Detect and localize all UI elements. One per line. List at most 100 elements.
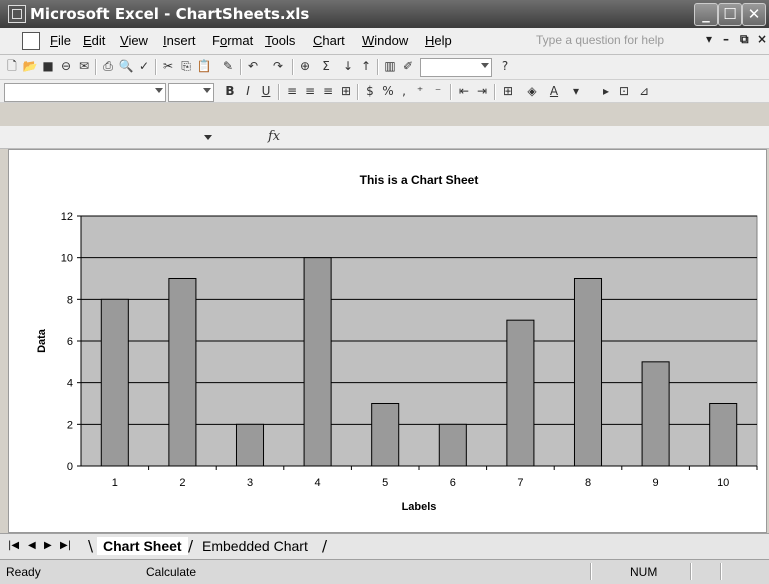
menu-edit[interactable]: Edit (83, 33, 105, 48)
save-icon[interactable]: ■ (40, 59, 56, 74)
y-axis-label: Data (36, 328, 48, 353)
new-icon[interactable]: 🗋 (4, 59, 20, 74)
excel-app-icon[interactable] (8, 5, 26, 23)
chart-type-icon[interactable]: ⊡ (616, 84, 632, 99)
align-center-icon[interactable]: ≡ (302, 84, 318, 99)
formula-bar: fx (0, 126, 769, 149)
menu-bar: File Edit View Insert Format Tools Chart… (0, 28, 769, 55)
doc-minimize-button[interactable]: – (723, 32, 729, 46)
menu-window[interactable]: Window (362, 33, 408, 48)
print-preview-icon[interactable]: 🔍 (118, 59, 134, 74)
help-dropdown-icon[interactable]: ▾ (706, 32, 712, 46)
status-bar: Ready Calculate NUM (0, 559, 769, 584)
format-painter-icon[interactable]: ✎ (220, 59, 236, 74)
permission-icon[interactable]: ⊖ (58, 59, 74, 74)
chart-wizard-icon[interactable]: ▥ (382, 59, 398, 74)
font-size-select[interactable] (168, 83, 214, 102)
menu-tools[interactable]: Tools (265, 33, 295, 48)
x-tick-label: 1 (112, 477, 118, 489)
paste-icon[interactable]: 📋 (196, 59, 212, 74)
print-icon[interactable]: ⎙ (100, 59, 116, 74)
italic-icon[interactable]: I (240, 84, 256, 99)
borders-icon[interactable]: ⊞ (500, 84, 516, 99)
x-tick-label: 2 (179, 477, 185, 489)
menu-file[interactable]: File (50, 33, 71, 48)
email-icon[interactable]: ✉ (76, 59, 92, 74)
font-select[interactable] (4, 83, 166, 102)
undo-icon[interactable]: ↶ (245, 59, 261, 74)
doc-close-button[interactable]: × (757, 32, 767, 46)
close-button[interactable]: ✕ (742, 3, 766, 26)
x-tick-label: 9 (653, 477, 659, 489)
open-icon[interactable]: 📂 (22, 59, 38, 74)
autosum-icon[interactable]: Σ (318, 59, 334, 74)
title-bar: Microsoft Excel - ChartSheets.xls _ ☐ ✕ (0, 0, 769, 28)
bar (438, 423, 467, 467)
minimize-button[interactable]: _ (694, 3, 718, 26)
last-sheet-icon[interactable]: ▶| (60, 540, 71, 551)
sort-ascending-icon[interactable]: ↓ (340, 59, 356, 74)
x-axis-label: Labels (402, 501, 437, 513)
prev-sheet-icon[interactable]: ◀ (28, 540, 36, 551)
first-sheet-icon[interactable]: |◀ (8, 540, 19, 551)
doc-restore-button[interactable]: ⧉ (740, 32, 749, 47)
menu-view[interactable]: View (120, 33, 148, 48)
x-tick-label: 4 (315, 477, 321, 489)
y-tick-label: 12 (61, 211, 73, 223)
decrease-indent-icon[interactable]: ⇤ (456, 84, 472, 99)
column-chart[interactable]: This is a Chart Sheet0246810121 2 3 4 5 6 7 8 9 1… (9, 150, 766, 532)
formatting-toolbar: B I U ≡ ≡ ≡ ⊞ $ % , ⁺ ⁻ ⇤ ⇥ ⊞ ◈ A ▾ ▸ ⊡ … (0, 80, 769, 103)
tab-embedded-chart[interactable]: Embedded Chart (196, 537, 314, 555)
chart-sheet-area[interactable]: This is a Chart Sheet 0 2 4 6 8 10 12 1 2 3 4 5 6 7 8 9 1… (8, 149, 767, 533)
increase-indent-icon[interactable]: ⇥ (474, 84, 490, 99)
menu-help[interactable]: Help (425, 33, 452, 48)
menu-format[interactable]: Format (212, 33, 253, 48)
comma-style-icon[interactable]: , (396, 84, 412, 99)
align-right-icon[interactable]: ≡ (320, 84, 336, 99)
help-search-input[interactable]: Type a question for help (536, 32, 696, 49)
bar (641, 361, 670, 467)
name-box-dropdown-icon[interactable] (204, 135, 212, 140)
help-icon[interactable]: ? (497, 59, 513, 74)
x-tick-label: 6 (450, 477, 456, 489)
excel-window: Microsoft Excel - ChartSheets.xls _ ☐ ✕ … (0, 0, 769, 584)
currency-icon[interactable]: $ (362, 84, 378, 99)
insert-function-button[interactable]: fx (268, 129, 280, 144)
font-color-icon[interactable]: A (546, 84, 562, 99)
tab-chart-sheet[interactable]: Chart Sheet (97, 537, 188, 555)
workbook-icon[interactable] (22, 32, 40, 50)
bold-icon[interactable]: B (222, 84, 238, 99)
fill-color-icon[interactable]: ◈ (524, 84, 540, 99)
bar (371, 403, 400, 467)
menu-insert[interactable]: Insert (163, 33, 196, 48)
x-tick-label: 10 (717, 477, 729, 489)
x-tick-label: 8 (585, 477, 591, 489)
redo-icon[interactable]: ↷ (270, 59, 286, 74)
y-tick-label: 6 (67, 336, 73, 348)
bar (168, 278, 197, 467)
next-sheet-icon[interactable]: ▶ (44, 540, 52, 551)
chart-legend-icon[interactable]: ⊿ (636, 84, 652, 99)
y-tick-label: 2 (67, 419, 73, 431)
decrease-decimal-icon[interactable]: ⁻ (430, 84, 446, 99)
sort-descending-icon[interactable]: ↑ (358, 59, 374, 74)
more-buttons-icon[interactable]: ▸ (598, 84, 614, 99)
bar (573, 278, 603, 467)
copy-icon[interactable]: ⎘ (178, 59, 194, 74)
increase-decimal-icon[interactable]: ⁺ (412, 84, 428, 99)
hyperlink-icon[interactable]: ⊕ (297, 59, 313, 74)
cut-icon[interactable]: ✂ (160, 59, 176, 74)
drawing-icon[interactable]: ✐ (400, 59, 416, 74)
menu-chart[interactable]: Chart (313, 33, 345, 48)
maximize-button[interactable]: ☐ (718, 3, 742, 26)
percent-icon[interactable]: % (380, 84, 396, 99)
underline-icon[interactable]: U (258, 84, 274, 99)
zoom-select[interactable] (420, 58, 492, 77)
toolbar-options-icon[interactable]: ▾ (568, 84, 584, 99)
status-calculate: Calculate (146, 565, 197, 579)
align-left-icon[interactable]: ≡ (284, 84, 300, 99)
merge-center-icon[interactable]: ⊞ (338, 84, 354, 99)
bar (235, 423, 265, 467)
spelling-icon[interactable]: ✓ (136, 59, 152, 74)
window-title: Microsoft Excel - ChartSheets.xls (30, 5, 310, 23)
